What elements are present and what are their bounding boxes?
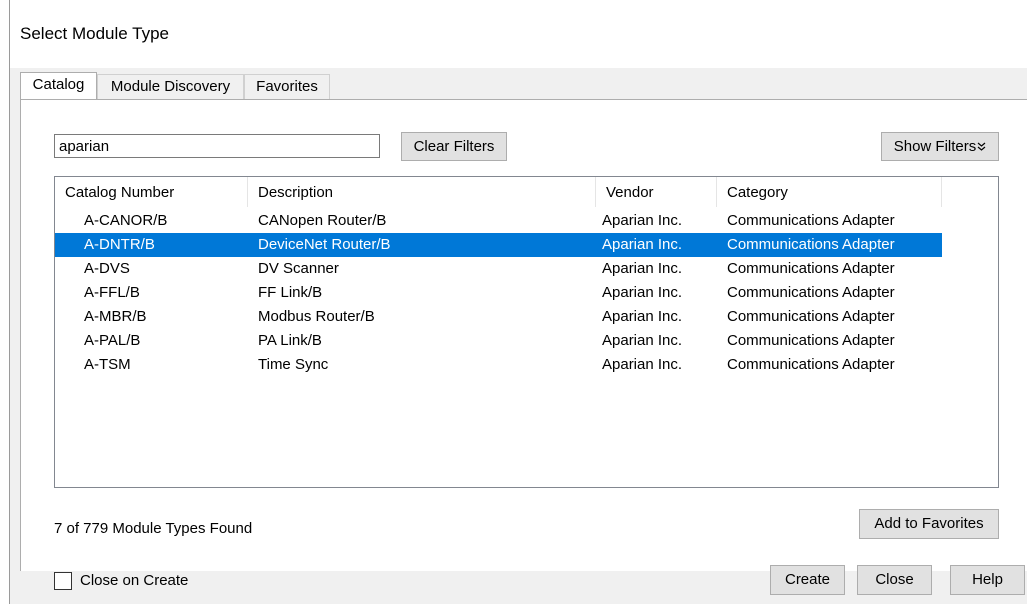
category-cell: Communications Adapter bbox=[727, 332, 895, 349]
category-cell: Communications Adapter bbox=[727, 356, 895, 373]
table-row[interactable]: A-DVS DV Scanner Aparian Inc. Communicat… bbox=[55, 257, 942, 281]
help-button[interactable]: Help bbox=[950, 565, 1025, 595]
description-cell: Modbus Router/B bbox=[258, 308, 375, 325]
module-count-status: 7 of 779 Module Types Found bbox=[54, 520, 253, 537]
table-row[interactable]: A-FFL/B FF Link/B Aparian Inc. Communica… bbox=[55, 281, 942, 305]
description-cell: PA Link/B bbox=[258, 332, 322, 349]
column-header-catalog-number[interactable]: Catalog Number bbox=[55, 177, 247, 207]
description-cell: DeviceNet Router/B bbox=[258, 236, 391, 253]
search-input[interactable] bbox=[54, 134, 380, 158]
create-label: Create bbox=[784, 571, 831, 588]
vendor-cell: Aparian Inc. bbox=[602, 236, 683, 253]
description-cell: CANopen Router/B bbox=[258, 212, 387, 229]
show-filters-button[interactable]: Show Filters bbox=[881, 132, 999, 161]
column-header-description[interactable]: Description bbox=[248, 177, 595, 207]
table-row[interactable]: A-CANOR/B CANopen Router/B Aparian Inc. … bbox=[55, 209, 942, 233]
module-type-table[interactable]: Catalog Number Description Vendor Catego… bbox=[54, 176, 999, 488]
dialog-title: Select Module Type bbox=[20, 24, 169, 43]
column-header-vendor[interactable]: Vendor bbox=[596, 177, 716, 207]
table-row[interactable]: A-TSM Time Sync Aparian Inc. Communicati… bbox=[55, 353, 942, 377]
vendor-cell: Aparian Inc. bbox=[602, 260, 683, 277]
tab-module-discovery-label: Module Discovery bbox=[110, 78, 231, 95]
table-row-selected[interactable]: A-DNTR/B DeviceNet Router/B Aparian Inc.… bbox=[55, 233, 942, 257]
description-cell: Time Sync bbox=[258, 356, 329, 373]
vendor-cell: Aparian Inc. bbox=[602, 212, 683, 229]
catalog-number-cell: A-DNTR/B bbox=[84, 236, 155, 253]
close-button[interactable]: Close bbox=[857, 565, 932, 595]
tab-catalog[interactable]: Catalog bbox=[20, 72, 97, 100]
close-on-create-label: Close on Create bbox=[80, 572, 189, 589]
clear-filters-label: Clear Filters bbox=[413, 138, 495, 155]
close-label: Close bbox=[875, 571, 914, 588]
catalog-number-cell: A-FFL/B bbox=[84, 284, 140, 301]
catalog-number-cell: A-PAL/B bbox=[84, 332, 141, 349]
vendor-cell: Aparian Inc. bbox=[602, 284, 683, 301]
category-cell: Communications Adapter bbox=[727, 236, 895, 253]
category-cell: Communications Adapter bbox=[727, 284, 895, 301]
catalog-number-cell: A-MBR/B bbox=[84, 308, 147, 325]
vendor-cell: Aparian Inc. bbox=[602, 332, 683, 349]
select-module-type-dialog: Select Module Type Catalog Module Discov… bbox=[9, 0, 1027, 604]
vendor-cell: Aparian Inc. bbox=[602, 308, 683, 325]
table-row[interactable]: A-PAL/B PA Link/B Aparian Inc. Communica… bbox=[55, 329, 942, 353]
category-cell: Communications Adapter bbox=[727, 308, 895, 325]
description-cell: DV Scanner bbox=[258, 260, 339, 277]
double-chevron-down-icon bbox=[977, 142, 986, 151]
table-row[interactable]: A-MBR/B Modbus Router/B Aparian Inc. Com… bbox=[55, 305, 942, 329]
catalog-number-cell: A-TSM bbox=[84, 356, 131, 373]
clear-filters-button[interactable]: Clear Filters bbox=[401, 132, 507, 161]
create-button[interactable]: Create bbox=[770, 565, 845, 595]
column-header-category[interactable]: Category bbox=[717, 177, 941, 207]
tab-catalog-label: Catalog bbox=[32, 76, 85, 93]
close-on-create-checkbox[interactable] bbox=[54, 572, 72, 590]
category-cell: Communications Adapter bbox=[727, 260, 895, 277]
catalog-number-cell: A-DVS bbox=[84, 260, 130, 277]
add-to-favorites-button[interactable]: Add to Favorites bbox=[859, 509, 999, 539]
show-filters-label: Show Filters bbox=[893, 138, 977, 155]
title-bar: Select Module Type bbox=[10, 0, 1027, 68]
category-cell: Communications Adapter bbox=[727, 212, 895, 229]
catalog-number-cell: A-CANOR/B bbox=[84, 212, 168, 229]
description-cell: FF Link/B bbox=[258, 284, 323, 301]
tab-module-discovery[interactable]: Module Discovery bbox=[97, 74, 244, 100]
tab-favorites-label: Favorites bbox=[256, 78, 318, 95]
help-label: Help bbox=[972, 571, 1003, 588]
vendor-cell: Aparian Inc. bbox=[602, 356, 683, 373]
column-divider[interactable] bbox=[941, 177, 942, 207]
add-to-favorites-label: Add to Favorites bbox=[874, 515, 984, 532]
tab-favorites[interactable]: Favorites bbox=[244, 74, 330, 100]
